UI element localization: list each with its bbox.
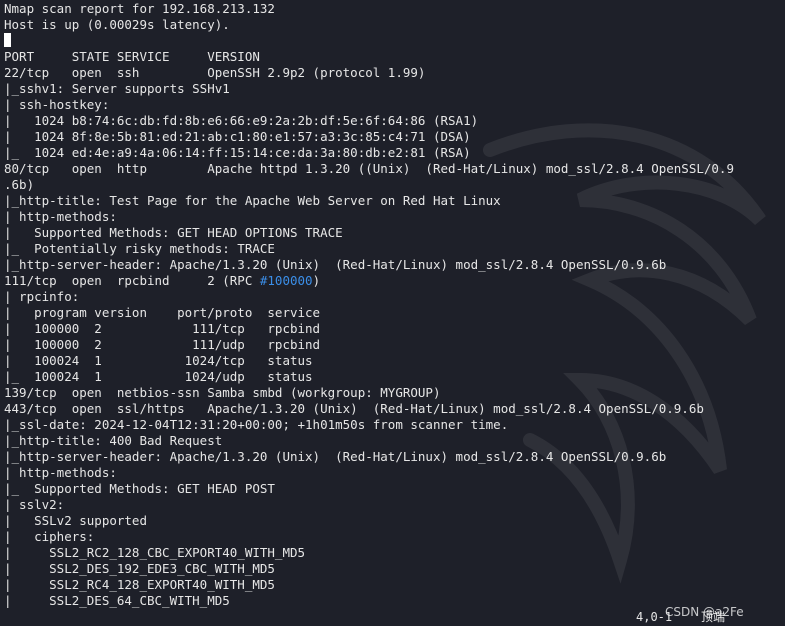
terminal-line: Nmap scan report for 192.168.213.132 [4,1,275,16]
terminal-line: .6b) [4,177,35,192]
rpc-program-number: #100000 [259,273,313,288]
terminal-text: 111/tcp open rpcbind 2 (RPC [4,273,260,288]
terminal-line: PORT STATE SERVICE VERSION [4,49,260,64]
terminal-line: | Supported Methods: GET HEAD OPTIONS TR… [4,225,343,240]
terminal-line: | SSL2_RC4_128_EXPORT40_WITH_MD5 [4,577,275,592]
terminal-line: | SSL2_DES_192_EDE3_CBC_WITH_MD5 [4,561,275,576]
terminal-line: | 1024 8f:8e:5b:81:ed:21:ab:c1:80:e1:57:… [4,129,471,144]
terminal-line: 22/tcp open ssh OpenSSH 2.9p2 (protocol … [4,65,426,80]
terminal-output[interactable]: Nmap scan report for 192.168.213.132 Hos… [4,1,785,626]
terminal-line: | SSL2_RC2_128_CBC_EXPORT40_WITH_MD5 [4,545,306,560]
terminal-line: |_http-title: 400 Bad Request [4,433,223,448]
terminal-line: | ssh-hostkey: [4,97,110,112]
terminal-line: | 100000 2 111/udp rpcbind [4,337,321,352]
terminal-line: |_http-server-header: Apache/1.3.20 (Uni… [4,449,667,464]
terminal-line: | http-methods: [4,209,117,224]
terminal-line: |_ 100024 1 1024/udp status [4,369,313,384]
csdn-watermark: CSDN @a2Fe [665,605,744,619]
terminal-line: | http-methods: [4,465,117,480]
terminal-line: | 100024 1 1024/tcp status [4,353,313,368]
terminal-line: 443/tcp open ssl/https Apache/1.3.20 (Un… [4,401,704,416]
terminal-line: |_ 1024 ed:4e:a9:4a:06:14:ff:15:14:ce:da… [4,145,471,160]
terminal-cursor-line [4,33,785,49]
terminal-line: | SSLv2 supported [4,513,147,528]
terminal-line: |_http-title: Test Page for the Apache W… [4,193,501,208]
terminal-line: | ciphers: [4,529,95,544]
terminal-line: | rpcinfo: [4,289,80,304]
terminal-line: 139/tcp open netbios-ssn Samba smbd (wor… [4,385,441,400]
terminal-line: | 1024 b8:74:6c:db:fd:8b:e6:66:e9:2a:2b:… [4,113,479,128]
terminal-line: |_ssl-date: 2024-12-04T12:31:20+00:00; +… [4,417,509,432]
terminal-line: | program version port/proto service [4,305,321,320]
terminal-line: 80/tcp open http Apache httpd 1.3.20 ((U… [4,161,734,176]
text-cursor [4,33,11,47]
terminal-line: |_sshv1: Server supports SSHv1 [4,81,230,96]
terminal-line: |_ Potentially risky methods: TRACE [4,241,275,256]
terminal-line: |_ Supported Methods: GET HEAD POST [4,481,275,496]
terminal-line: | 100000 2 111/tcp rpcbind [4,321,321,336]
terminal-line: Host is up (0.00029s latency). [4,17,230,32]
terminal-line: | sslv2: [4,497,65,512]
terminal-line: |_http-server-header: Apache/1.3.20 (Uni… [4,257,667,272]
terminal-text: ) [312,273,321,288]
terminal-line-rpcbind: 111/tcp open rpcbind 2 (RPC #100000) [4,273,785,289]
